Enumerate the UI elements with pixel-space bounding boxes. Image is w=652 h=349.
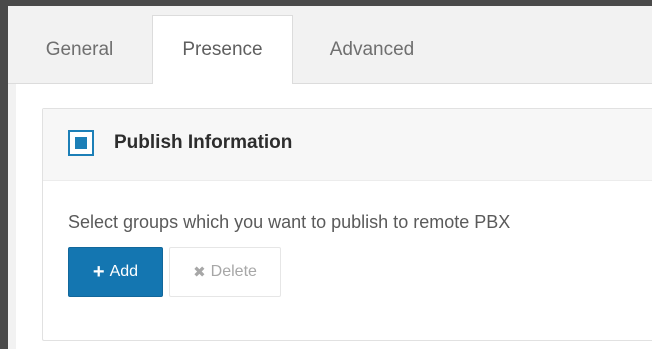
publish-information-panel: Publish Information Select groups which … — [42, 108, 652, 341]
tab-presence[interactable]: Presence — [152, 15, 293, 85]
x-icon: ✖ — [193, 264, 206, 281]
checkbox-checked-indicator — [75, 137, 87, 149]
delete-button-label: Delete — [210, 263, 257, 280]
window-frame: General Presence Advanced Publish Inform… — [8, 6, 652, 349]
tab-general[interactable]: General — [8, 16, 151, 83]
publish-information-checkbox[interactable] — [68, 130, 94, 156]
plus-icon: + — [92, 261, 105, 283]
add-button-label: Add — [109, 263, 139, 280]
panel-description: Select groups which you want to publish … — [68, 212, 511, 232]
tab-bar: General Presence Advanced — [8, 6, 652, 85]
panel-title: Publish Information — [114, 132, 293, 153]
panel-header: Publish Information — [43, 109, 652, 181]
delete-button[interactable]: ✖ Delete — [169, 247, 281, 297]
tab-content: Publish Information Select groups which … — [16, 84, 652, 349]
tab-advanced[interactable]: Advanced — [293, 16, 451, 83]
add-button[interactable]: + Add — [68, 247, 163, 297]
